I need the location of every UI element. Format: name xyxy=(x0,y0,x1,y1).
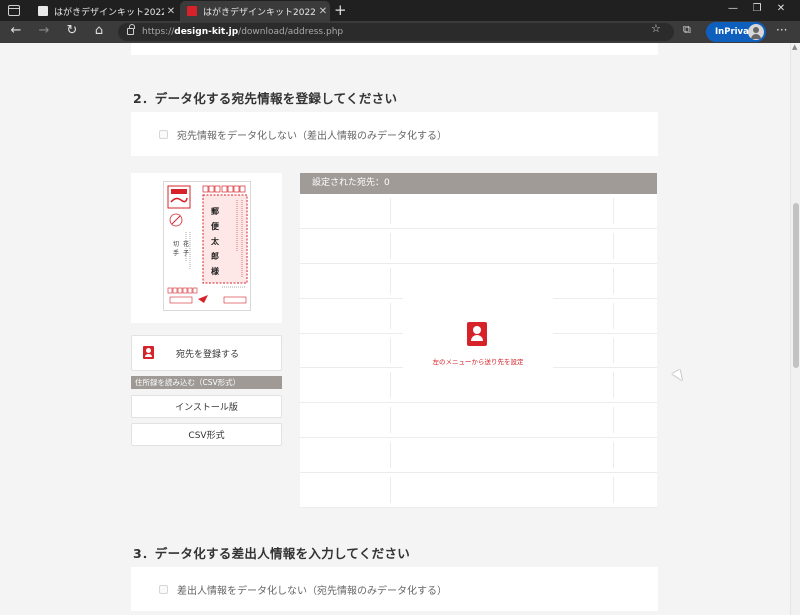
lock-icon xyxy=(127,24,135,35)
url-path: /download/address.php xyxy=(238,27,344,37)
add-favorite-icon[interactable]: ☆ xyxy=(651,22,661,35)
browser-nav-bar: ← → ↻ ⌂ https://design-kit.jp/download/a… xyxy=(0,21,800,43)
address-count-header: 設定された宛先：0 xyxy=(300,173,657,194)
column-divider xyxy=(390,477,391,503)
install-version-button[interactable]: インストール版 xyxy=(131,395,282,418)
csv-import-section-label: 住所録を読み込む（CSV形式） xyxy=(131,376,282,389)
column-divider xyxy=(613,442,614,469)
tab-title: はがきデザインキット2022【ウェブ版】 xyxy=(203,7,316,18)
column-divider xyxy=(613,477,614,503)
address-row xyxy=(300,229,657,264)
skip-sender-checkbox[interactable] xyxy=(159,584,168,594)
new-tab-button[interactable]: + xyxy=(334,1,347,19)
tab-title: はがきデザインキット2022 | 郵便年賀.jp xyxy=(54,7,164,18)
column-divider xyxy=(613,407,614,434)
postcard-preview-card: 郵 便 太 郎 様 切 花 手 子 xyxy=(131,173,282,323)
section-3-heading: 3．データ化する差出人情報を入力してください xyxy=(133,546,411,561)
collections-icon[interactable]: ⧉ xyxy=(683,23,691,37)
register-recipient-button[interactable]: 宛先を登録する xyxy=(131,335,282,371)
sender-char: 切 xyxy=(173,241,180,248)
skip-recipient-checkbox[interactable] xyxy=(159,129,168,139)
empty-state-message: 左のメニューから送り先を設定 xyxy=(432,358,524,366)
address-row xyxy=(300,403,657,439)
column-divider xyxy=(613,302,614,329)
skip-sender-label: 差出人情報をデータ化しない（宛先情報のみデータ化する） xyxy=(177,585,447,597)
address-list-panel: 設定された宛先：0 左のメニューから送り先を設定 xyxy=(300,173,657,508)
address-bar[interactable]: https://design-kit.jp/download/address.p… xyxy=(118,23,674,41)
avatar xyxy=(748,24,764,40)
sender-name: 切 花 手 子 xyxy=(173,240,193,258)
close-window-button[interactable]: ✕ xyxy=(771,3,791,14)
recipient-char: 郎 xyxy=(211,252,219,261)
column-divider xyxy=(390,372,391,399)
forward-arrow-icon[interactable]: → xyxy=(34,23,54,38)
browser-tab-bar: はがきデザインキット2022 | 郵便年賀.jp ✕ はがきデザインキット202… xyxy=(0,0,800,21)
column-divider xyxy=(390,302,391,329)
column-divider xyxy=(390,198,391,224)
scroll-up-icon[interactable]: ▲ xyxy=(792,43,797,51)
tab-yubin-nenga[interactable]: はがきデザインキット2022 | 郵便年賀.jp ✕ xyxy=(31,1,178,21)
column-divider xyxy=(390,442,391,469)
recipient-char: 太 xyxy=(211,237,219,246)
empty-state: 左のメニューから送り先を設定 xyxy=(403,298,553,383)
sender-char: 手 xyxy=(173,250,180,257)
sender-char: 子 xyxy=(183,250,190,257)
skip-sender-option[interactable]: 差出人情報をデータ化しない（宛先情報のみデータ化する） xyxy=(131,567,658,611)
column-divider xyxy=(613,198,614,224)
address-book-icon xyxy=(467,322,487,346)
sender-char: 花 xyxy=(183,241,190,248)
address-row xyxy=(300,473,657,508)
close-tab-icon[interactable]: ✕ xyxy=(316,6,330,17)
home-icon[interactable]: ⌂ xyxy=(89,23,109,38)
mouse-cursor xyxy=(671,369,686,384)
close-tab-icon[interactable]: ✕ xyxy=(164,6,178,17)
section-2-heading: 2．データ化する宛先情報を登録してください xyxy=(133,91,398,106)
tab-design-kit[interactable]: はがきデザインキット2022【ウェブ版】 ✕ xyxy=(180,1,330,21)
csv-format-button[interactable]: CSV形式 xyxy=(131,423,282,446)
address-book-icon xyxy=(143,346,154,359)
skip-recipient-option[interactable]: 宛先情報をデータ化しない（差出人情報のみデータ化する） xyxy=(131,112,658,156)
recipient-char: 様 xyxy=(211,267,219,276)
page-favicon-icon xyxy=(187,6,197,16)
postcard-preview: 郵 便 太 郎 様 切 花 手 子 xyxy=(163,181,251,311)
recipient-char: 郵 xyxy=(211,207,219,216)
tab-actions-icon[interactable] xyxy=(8,5,20,16)
minimize-button[interactable]: — xyxy=(723,3,743,14)
refresh-icon[interactable]: ↻ xyxy=(62,23,82,38)
column-divider xyxy=(390,232,391,259)
recipient-char: 便 xyxy=(211,222,219,231)
more-menu-button[interactable]: ··· xyxy=(776,23,787,37)
column-divider xyxy=(390,337,391,364)
url-domain: design-kit.jp xyxy=(174,27,239,37)
inprivate-button[interactable]: InPrivate xyxy=(706,22,766,42)
page-viewport: 2．データ化する宛先情報を登録してください 宛先情報をデータ化しない（差出人情報… xyxy=(0,43,790,615)
scrollbar-thumb[interactable] xyxy=(793,203,799,368)
previous-section-card xyxy=(131,43,658,55)
column-divider xyxy=(390,267,391,294)
page-favicon-icon xyxy=(38,6,48,16)
address-row xyxy=(300,264,657,299)
url-prefix: https:// xyxy=(142,27,175,37)
skip-recipient-label: 宛先情報をデータ化しない（差出人情報のみデータ化する） xyxy=(177,130,447,142)
back-arrow-icon[interactable]: ← xyxy=(6,23,26,38)
column-divider xyxy=(613,372,614,399)
restore-button[interactable]: ❐ xyxy=(747,3,767,14)
address-row xyxy=(300,438,657,474)
column-divider xyxy=(613,337,614,364)
recipient-name: 郵 便 太 郎 様 xyxy=(208,204,222,279)
register-recipient-label: 宛先を登録する xyxy=(176,349,240,360)
column-divider xyxy=(613,267,614,294)
address-row xyxy=(300,194,657,229)
vertical-scrollbar[interactable]: ▲ xyxy=(790,43,800,615)
column-divider xyxy=(613,232,614,259)
column-divider xyxy=(390,407,391,434)
